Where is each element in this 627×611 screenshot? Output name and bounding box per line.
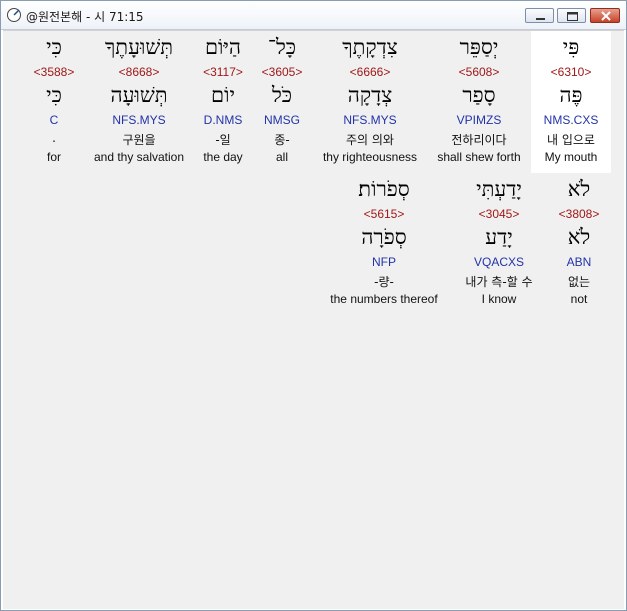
korean-gloss: 구원을 [122, 133, 156, 147]
lemma-word: לֹא [567, 225, 591, 249]
korean-gloss: 내가 측-할 수 [465, 275, 533, 289]
lemma-word: סְפֹרָה [361, 225, 407, 249]
maximize-button[interactable] [557, 8, 586, 23]
korean-gloss: -일 [215, 133, 231, 147]
strong-number[interactable]: <5608> [431, 65, 527, 79]
hebrew-word: כָּל־ [267, 35, 297, 59]
parse-code: VPIMZS [456, 113, 502, 127]
word-block[interactable]: כָּל־ <3605> כֹּל NMSG 종- all [255, 31, 309, 173]
word-block[interactable]: הַיּוֹם <3117> יוֹם D.NMS -일 the day [195, 31, 251, 173]
app-compass-icon [6, 7, 22, 23]
korean-gloss: 주의 의와 [346, 133, 394, 147]
hebrew-word: כִּי [46, 35, 62, 59]
hebrew-word: הַיּוֹם [204, 35, 242, 59]
word-block[interactable]: פִּי <6310> פֶּה NMS.CXS 내 입으로 My mouth [531, 31, 611, 173]
strong-number[interactable]: <3117> [195, 65, 251, 79]
english-gloss: the day [203, 150, 243, 164]
window-title: @원전본해 - 시 71:15 [26, 10, 144, 24]
word-block[interactable]: סְפֹרוֹת׃ <5615> סְפֹרָה NFP -량- the num… [321, 173, 447, 315]
parse-code: C [49, 113, 59, 127]
parse-code: NFS.MYS [343, 113, 397, 127]
lemma-word: סָפַר [462, 83, 496, 107]
interlinear-panel: פִּי <6310> פֶּה NMS.CXS 내 입으로 My mouth … [3, 30, 624, 609]
hebrew-word: סְפֹרוֹת׃ [358, 177, 410, 201]
korean-gloss: 전하리이다 [451, 133, 507, 147]
lemma-word: תְּשׁוּעָה [110, 83, 168, 107]
parse-code: VQACXS [473, 255, 524, 269]
minimize-button[interactable] [525, 8, 554, 23]
korean-gloss: 종- [274, 133, 290, 147]
lemma-word: כֹּל [271, 83, 293, 107]
word-block[interactable]: צִדְקָתֶךָ <6666> צְדָקָה NFS.MYS 주의 의와 … [313, 31, 427, 173]
hebrew-word: תְּשׁוּעָתֶךָ [104, 35, 174, 59]
hebrew-word: צִדְקָתֶךָ [342, 35, 398, 59]
word-block[interactable]: תְּשׁוּעָתֶךָ <8668> תְּשׁוּעָה NFS.MYS … [87, 31, 191, 173]
lemma-word: פֶּה [559, 83, 583, 107]
lemma-word: כִּי [46, 83, 62, 107]
strong-number[interactable]: <6310> [531, 65, 611, 79]
word-block[interactable]: כִּי <3588> כִּי C . for [25, 31, 83, 173]
main-window: @원전본해 - 시 71:15 פִּי <6310> פֶּה NMS.CXS… [0, 0, 627, 611]
word-block[interactable]: יְסַפֵּר <5608> סָפַר VPIMZS 전하리이다 shall… [431, 31, 527, 173]
title-bar[interactable]: @원전본해 - 시 71:15 [1, 1, 626, 30]
lemma-word: צְדָקָה [347, 83, 393, 107]
strong-number[interactable]: <6666> [313, 65, 427, 79]
english-gloss: for [46, 150, 61, 164]
close-button[interactable] [590, 8, 620, 23]
hebrew-word: יְסַפֵּר [459, 35, 499, 59]
korean-gloss: 없는 [567, 275, 591, 289]
word-block[interactable]: לֹא <3808> לֹא ABN 없는 not [551, 173, 607, 315]
parse-code: ABN [566, 255, 592, 269]
hebrew-word: יָדַעְתִּי [476, 177, 522, 201]
strong-number[interactable]: <3605> [255, 65, 309, 79]
english-gloss: all [275, 150, 288, 164]
english-gloss: not [570, 292, 588, 306]
strong-number[interactable]: <5615> [321, 207, 447, 221]
english-gloss: thy righteousness [322, 150, 418, 164]
strong-number[interactable]: <8668> [87, 65, 191, 79]
korean-gloss: -량- [374, 275, 394, 289]
parse-code: NMSG [264, 113, 300, 127]
hebrew-word: לֹא [567, 177, 591, 201]
strong-number[interactable]: <3588> [25, 65, 83, 79]
hebrew-word: פִּי [562, 35, 580, 59]
english-gloss: and thy salvation [93, 150, 185, 164]
lemma-word: יָדַע [485, 225, 513, 249]
korean-gloss: 내 입으로 [547, 133, 595, 147]
lemma-word: יוֹם [211, 83, 235, 107]
korean-gloss: . [52, 131, 56, 145]
word-block[interactable]: יָדַעְתִּי <3045> יָדַע VQACXS 내가 측-할 수 … [451, 173, 547, 315]
strong-number[interactable]: <3808> [551, 207, 607, 221]
parse-code: NMS.CXS [543, 113, 599, 127]
english-gloss: shall shew forth [437, 150, 521, 164]
parse-code: NFP [372, 255, 396, 269]
english-gloss: the numbers thereof [330, 292, 438, 306]
parse-code: NFS.MYS [112, 113, 166, 127]
english-gloss: I know [481, 292, 517, 306]
english-gloss: My mouth [544, 150, 598, 164]
parse-code: D.NMS [203, 113, 243, 127]
strong-number[interactable]: <3045> [451, 207, 547, 221]
